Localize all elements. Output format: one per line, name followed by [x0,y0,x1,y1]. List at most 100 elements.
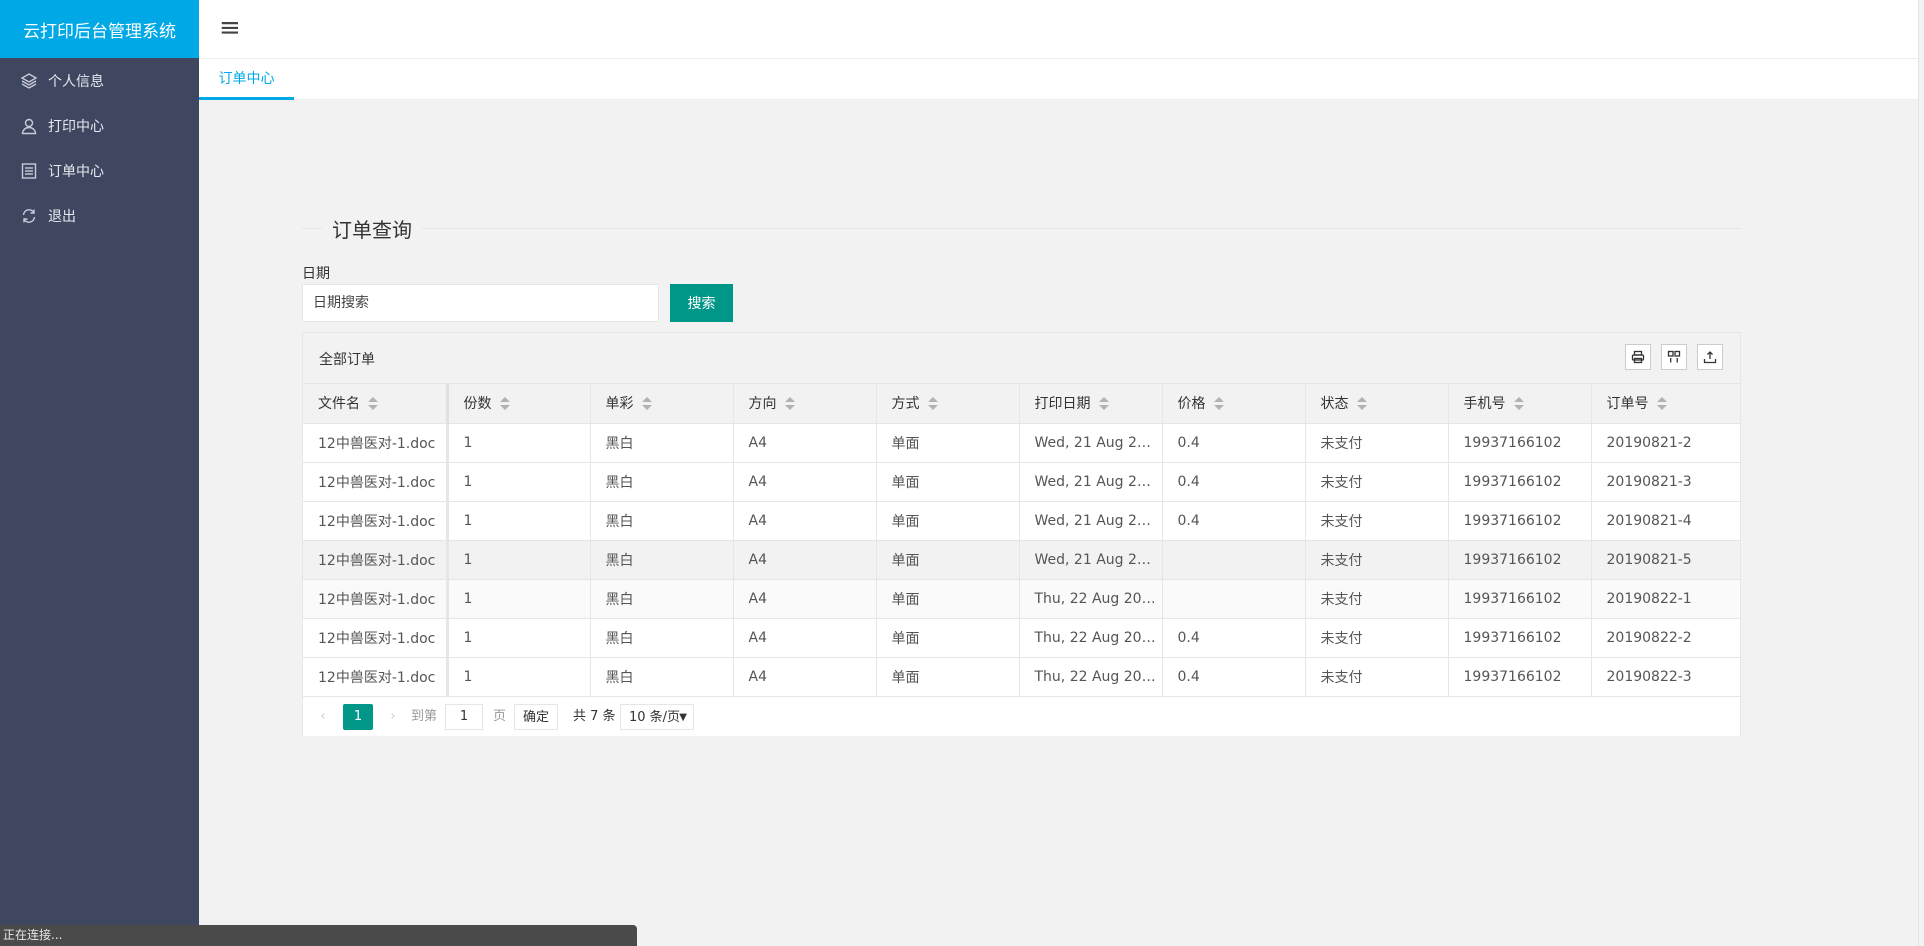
table-cell: 0.4 [1162,618,1306,658]
table-cell: A4 [733,423,877,463]
table-row[interactable]: 12中兽医对-1.doc 1 黑白 A4 单面 Wed, 21 Aug 2… 0.4 未支付 1… [303,501,1740,541]
table-row[interactable]: 12中兽医对-1.doc 1 黑白 A4 单面 Wed, 21 Aug 2… 0.4 未支付 1… [303,423,1740,463]
table-cell: 未支付 [1305,579,1449,619]
table-cell: 未支付 [1305,501,1449,541]
next-page-button[interactable]: › [383,704,403,730]
table-cell: 19937166102 [1448,462,1592,502]
sidebar-item-logout[interactable]: 退出 [0,193,199,238]
columns-icon [1667,350,1681,363]
refresh-icon [19,206,39,226]
table-cell: 单面 [876,579,1020,619]
table-cell: Wed, 21 Aug 2… [1019,423,1163,463]
total-count: 共 7 条 [573,708,616,724]
table-cell: 1 [447,540,591,580]
table-caption: 全部订单 [319,352,375,368]
print-icon [1631,350,1645,364]
sort-icon[interactable] [368,397,378,411]
goto-confirm-button[interactable]: 确定 [514,703,558,730]
layers-icon [19,71,39,91]
table-cell: 12中兽医对-1.doc [303,579,449,619]
sort-icon[interactable] [1098,397,1109,411]
table-cell: A4 [733,501,877,541]
table-cell: Thu, 22 Aug 20… [1019,618,1163,658]
sidebar-item-label: 打印中心 [48,118,104,135]
date-label: 日期 [302,266,330,282]
table-cell: 0.4 [1162,462,1306,502]
sidebar-item-profile[interactable]: 个人信息 [0,58,199,103]
column-header[interactable]: 价格 [1162,384,1306,424]
column-header[interactable]: 方式 [876,384,1020,424]
table-cell: 单面 [876,540,1020,580]
table-cell: Wed, 21 Aug 2… [1019,501,1163,541]
sidebar-item-label: 个人信息 [48,73,104,90]
table-cell: 单面 [876,501,1020,541]
table-cell: 0.4 [1162,423,1306,463]
table-row[interactable]: 12中兽医对-1.doc 1 黑白 A4 单面 Wed, 21 Aug 2… 未支付 1993… [303,540,1740,580]
table-cell: 未支付 [1305,540,1449,580]
table-row[interactable]: 12中兽医对-1.doc 1 黑白 A4 单面 Thu, 22 Aug 20… 未支付 199… [303,579,1740,619]
table-cell: 20190822-1 [1591,579,1740,619]
table-cell: Thu, 22 Aug 20… [1019,657,1163,697]
table-cell: 未支付 [1305,657,1449,697]
table-cell: 1 [447,579,591,619]
sidebar-item-label: 退出 [48,208,76,225]
page-1-button[interactable]: 1 [343,703,373,730]
table-row[interactable]: 12中兽医对-1.doc 1 黑白 A4 单面 Thu, 22 Aug 20… 0.4 未支付… [303,618,1740,658]
table-cell: 12中兽医对-1.doc [303,618,449,658]
main-content: 订单查询 日期 搜索 全部订单 文件名 份数 [199,100,1920,946]
vertical-scrollbar[interactable] [1918,0,1924,946]
search-button[interactable]: 搜索 [670,284,733,322]
sort-icon[interactable] [1513,397,1524,411]
table-cell: 未支付 [1305,618,1449,658]
column-header[interactable]: 打印日期 [1019,384,1163,424]
table-cell: 12中兽医对-1.doc [303,501,449,541]
sidebar: 云打印后台管理系统 个人信息 打印中心 订单中心 退出 [0,0,199,946]
column-header[interactable]: 订单号 [1591,384,1740,424]
date-search-input[interactable] [302,284,659,322]
sidebar-item-order-center[interactable]: 订单中心 [0,148,199,193]
export-button[interactable] [1697,344,1723,370]
table-cell: 黑白 [590,462,734,502]
table-cell: 19937166102 [1448,579,1592,619]
table-cell: A4 [733,618,877,658]
columns-button[interactable] [1661,344,1687,370]
prev-page-button[interactable]: ‹ [313,704,333,730]
sort-icon[interactable] [1356,397,1367,411]
column-header[interactable]: 状态 [1305,384,1449,424]
table-cell: 1 [447,657,591,697]
document-icon [19,161,39,181]
column-header[interactable]: 单彩 [590,384,734,424]
sort-icon[interactable] [927,397,938,411]
sort-icon[interactable] [499,397,510,411]
tab-order-center[interactable]: 订单中心 [199,59,294,100]
goto-page-input[interactable] [445,703,483,730]
table-cell: 19937166102 [1448,501,1592,541]
column-header[interactable]: 文件名 [303,384,449,424]
sort-icon[interactable] [1656,397,1667,411]
table-cell: 黑白 [590,579,734,619]
table-row[interactable]: 12中兽医对-1.doc 1 黑白 A4 单面 Thu, 22 Aug 20… 0.4 未支付… [303,657,1740,697]
pagination: ‹ 1 › 到第 页 确定 共 7 条 10 条/页▼ [303,696,1740,736]
app-logo[interactable]: 云打印后台管理系统 [0,0,199,58]
page-size-select[interactable]: 10 条/页 ▼ [620,703,694,730]
table-row[interactable]: 12中兽医对-1.doc 1 黑白 A4 单面 Wed, 21 Aug 2… 0.4 未支付 1… [303,462,1740,502]
table-cell: 19937166102 [1448,657,1592,697]
sort-icon[interactable] [1213,397,1224,411]
table-cell: 1 [447,501,591,541]
column-header[interactable]: 手机号 [1448,384,1592,424]
column-header[interactable]: 方向 [733,384,877,424]
print-button[interactable] [1625,344,1651,370]
table-cell: 12中兽医对-1.doc [303,540,449,580]
table-cell: A4 [733,462,877,502]
table-cell: 19937166102 [1448,423,1592,463]
menu-toggle-icon[interactable]: ≡ [219,14,241,42]
sort-icon[interactable] [641,397,652,411]
sort-icon[interactable] [784,397,795,411]
table-cell: 单面 [876,657,1020,697]
table-cell: 19937166102 [1448,618,1592,658]
column-header[interactable]: 份数 [447,384,591,424]
table-cell: 20190822-3 [1591,657,1740,697]
table-cell: 黑白 [590,618,734,658]
table-cell: Thu, 22 Aug 20… [1019,579,1163,619]
sidebar-item-print-center[interactable]: 打印中心 [0,103,199,148]
